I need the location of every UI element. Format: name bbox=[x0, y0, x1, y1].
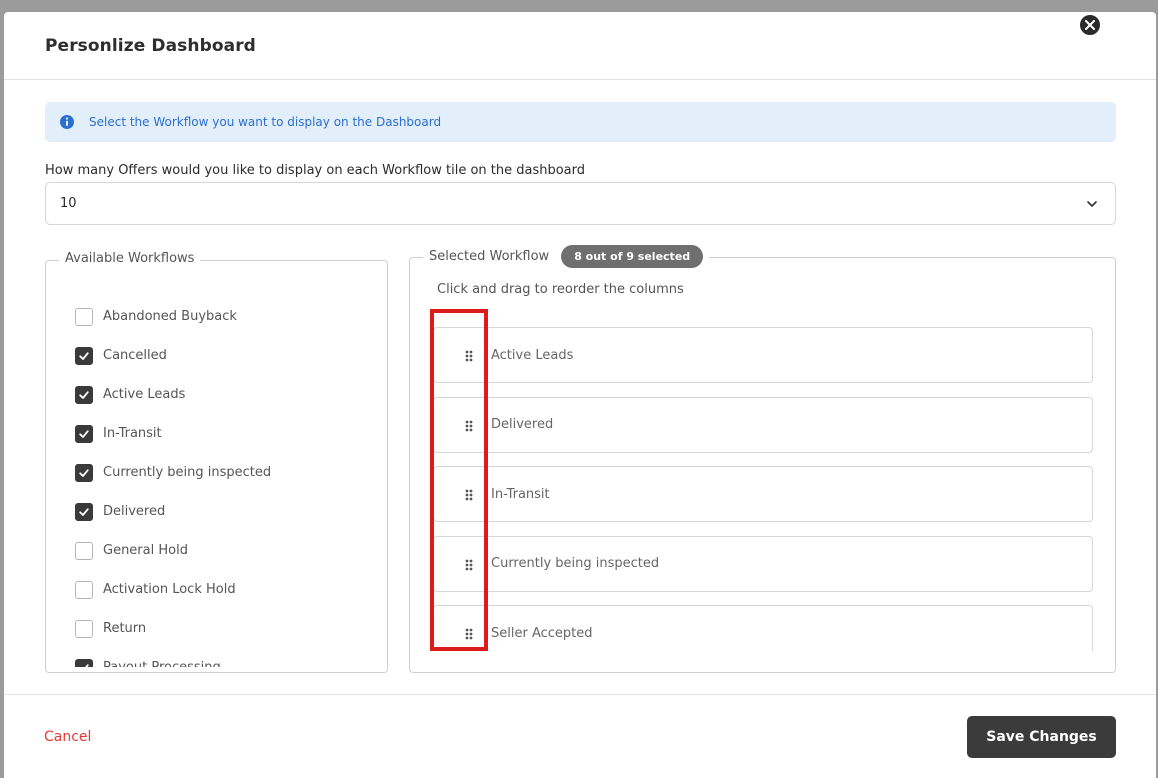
checkbox-unchecked[interactable] bbox=[75, 307, 93, 326]
workflow-option-label: General Hold bbox=[103, 543, 188, 558]
save-changes-button[interactable]: Save Changes bbox=[967, 716, 1116, 758]
chevron-down-icon bbox=[1085, 197, 1099, 211]
drag-handle-icon[interactable] bbox=[464, 349, 474, 363]
workflow-option[interactable]: Activation Lock Hold bbox=[75, 570, 375, 609]
selected-workflow-label: Seller Accepted bbox=[491, 625, 593, 641]
available-workflows-legend: Available Workflows bbox=[59, 251, 201, 266]
workflow-option[interactable]: Currently being inspected bbox=[75, 453, 375, 492]
workflow-option-label: Abandoned Buyback bbox=[103, 309, 237, 324]
workflow-option-label: Payout Processing bbox=[103, 660, 221, 667]
workflow-option[interactable]: Payout Processing bbox=[75, 648, 375, 667]
checkbox-unchecked[interactable] bbox=[75, 541, 93, 560]
selected-workflow-legend: Selected Workflow 8 out of 9 selected bbox=[423, 245, 710, 268]
modal-title: Personlize Dashboard bbox=[45, 35, 256, 56]
checkmark-icon bbox=[79, 429, 89, 438]
selected-workflow-item[interactable]: Currently being inspected bbox=[433, 535, 1093, 592]
offers-count-label: How many Offers would you like to displa… bbox=[45, 163, 586, 178]
offers-count-value: 10 bbox=[60, 196, 77, 211]
selected-workflow-label: Delivered bbox=[491, 417, 554, 432]
checkbox-checked[interactable] bbox=[75, 346, 93, 365]
checkbox-checked[interactable] bbox=[75, 502, 93, 521]
selected-workflow-item[interactable]: Active Leads bbox=[433, 327, 1093, 383]
workflow-option-label: Active Leads bbox=[103, 387, 186, 402]
workflow-option[interactable]: Return bbox=[75, 609, 375, 648]
workflow-option-label: In-Transit bbox=[103, 426, 162, 441]
available-workflows-list[interactable]: Abandoned Buyback Cancelled Active Leads In… bbox=[75, 297, 375, 667]
checkbox-unchecked[interactable] bbox=[75, 619, 93, 638]
modal-header: Personlize Dashboard bbox=[4, 12, 1156, 80]
selected-workflow-item[interactable]: In-Transit bbox=[433, 466, 1093, 522]
checkmark-icon bbox=[79, 468, 89, 477]
workflow-option[interactable]: Active Leads bbox=[75, 375, 375, 414]
selected-workflow-label: In-Transit bbox=[491, 486, 550, 502]
workflow-option-label: Return bbox=[103, 621, 147, 636]
info-icon bbox=[59, 114, 75, 130]
selected-count-badge: 8 out of 9 selected bbox=[561, 245, 704, 268]
modal-footer: Cancel Save Changes bbox=[4, 694, 1156, 778]
workflow-option[interactable]: General Hold bbox=[75, 531, 375, 570]
selected-workflow-label: Active Leads bbox=[491, 347, 574, 363]
close-icon bbox=[1085, 20, 1095, 30]
workflow-option[interactable]: Delivered bbox=[75, 492, 375, 531]
cancel-button[interactable]: Cancel bbox=[44, 729, 91, 745]
workflow-option[interactable]: Abandoned Buyback bbox=[75, 297, 375, 336]
workflow-option-label: Activation Lock Hold bbox=[103, 582, 236, 597]
checkbox-checked[interactable] bbox=[75, 424, 93, 443]
checkmark-icon bbox=[79, 390, 89, 399]
workflow-option-label: Currently being inspected bbox=[103, 465, 272, 480]
offers-count-select[interactable]: 10 bbox=[45, 182, 1116, 225]
drag-handle-icon[interactable] bbox=[464, 558, 474, 572]
drag-hint: Click and drag to reorder the columns bbox=[437, 282, 684, 297]
selected-workflow-item[interactable]: Seller Accepted bbox=[433, 605, 1093, 651]
checkmark-icon bbox=[79, 663, 89, 667]
workflow-option[interactable]: Cancelled bbox=[75, 336, 375, 375]
available-workflows-panel: Available Workflows Abandoned Buyback Can… bbox=[45, 251, 388, 673]
drag-handle-icon[interactable] bbox=[464, 419, 474, 433]
checkbox-checked[interactable] bbox=[75, 385, 93, 404]
workflow-option[interactable]: In-Transit bbox=[75, 414, 375, 453]
selected-workflow-legend-text: Selected Workflow bbox=[429, 249, 550, 264]
checkmark-icon bbox=[79, 351, 89, 360]
selected-workflow-label: Currently being inspected bbox=[491, 556, 660, 571]
info-text: Select the Workflow you want to display … bbox=[89, 115, 442, 129]
checkmark-icon bbox=[79, 507, 89, 516]
checkbox-checked[interactable] bbox=[75, 658, 93, 667]
selected-workflow-item[interactable]: Delivered bbox=[433, 396, 1093, 453]
close-button[interactable] bbox=[1078, 13, 1102, 37]
selected-workflow-list[interactable]: Active Leads Delivered In-Transit Currently… bbox=[433, 327, 1093, 651]
checkbox-unchecked[interactable] bbox=[75, 580, 93, 599]
info-banner: Select the Workflow you want to display … bbox=[45, 102, 1116, 142]
backdrop bbox=[0, 0, 1158, 12]
workflow-option-label: Cancelled bbox=[103, 348, 167, 363]
drag-handle-icon[interactable] bbox=[464, 488, 474, 502]
personalize-dashboard-modal: Personlize Dashboard Select the Workflow… bbox=[4, 12, 1156, 778]
workflow-option-label: Delivered bbox=[103, 504, 166, 519]
checkbox-checked[interactable] bbox=[75, 463, 93, 482]
drag-handle-icon[interactable] bbox=[464, 627, 474, 641]
selected-workflow-panel: Selected Workflow 8 out of 9 selected Cl… bbox=[409, 245, 1116, 673]
